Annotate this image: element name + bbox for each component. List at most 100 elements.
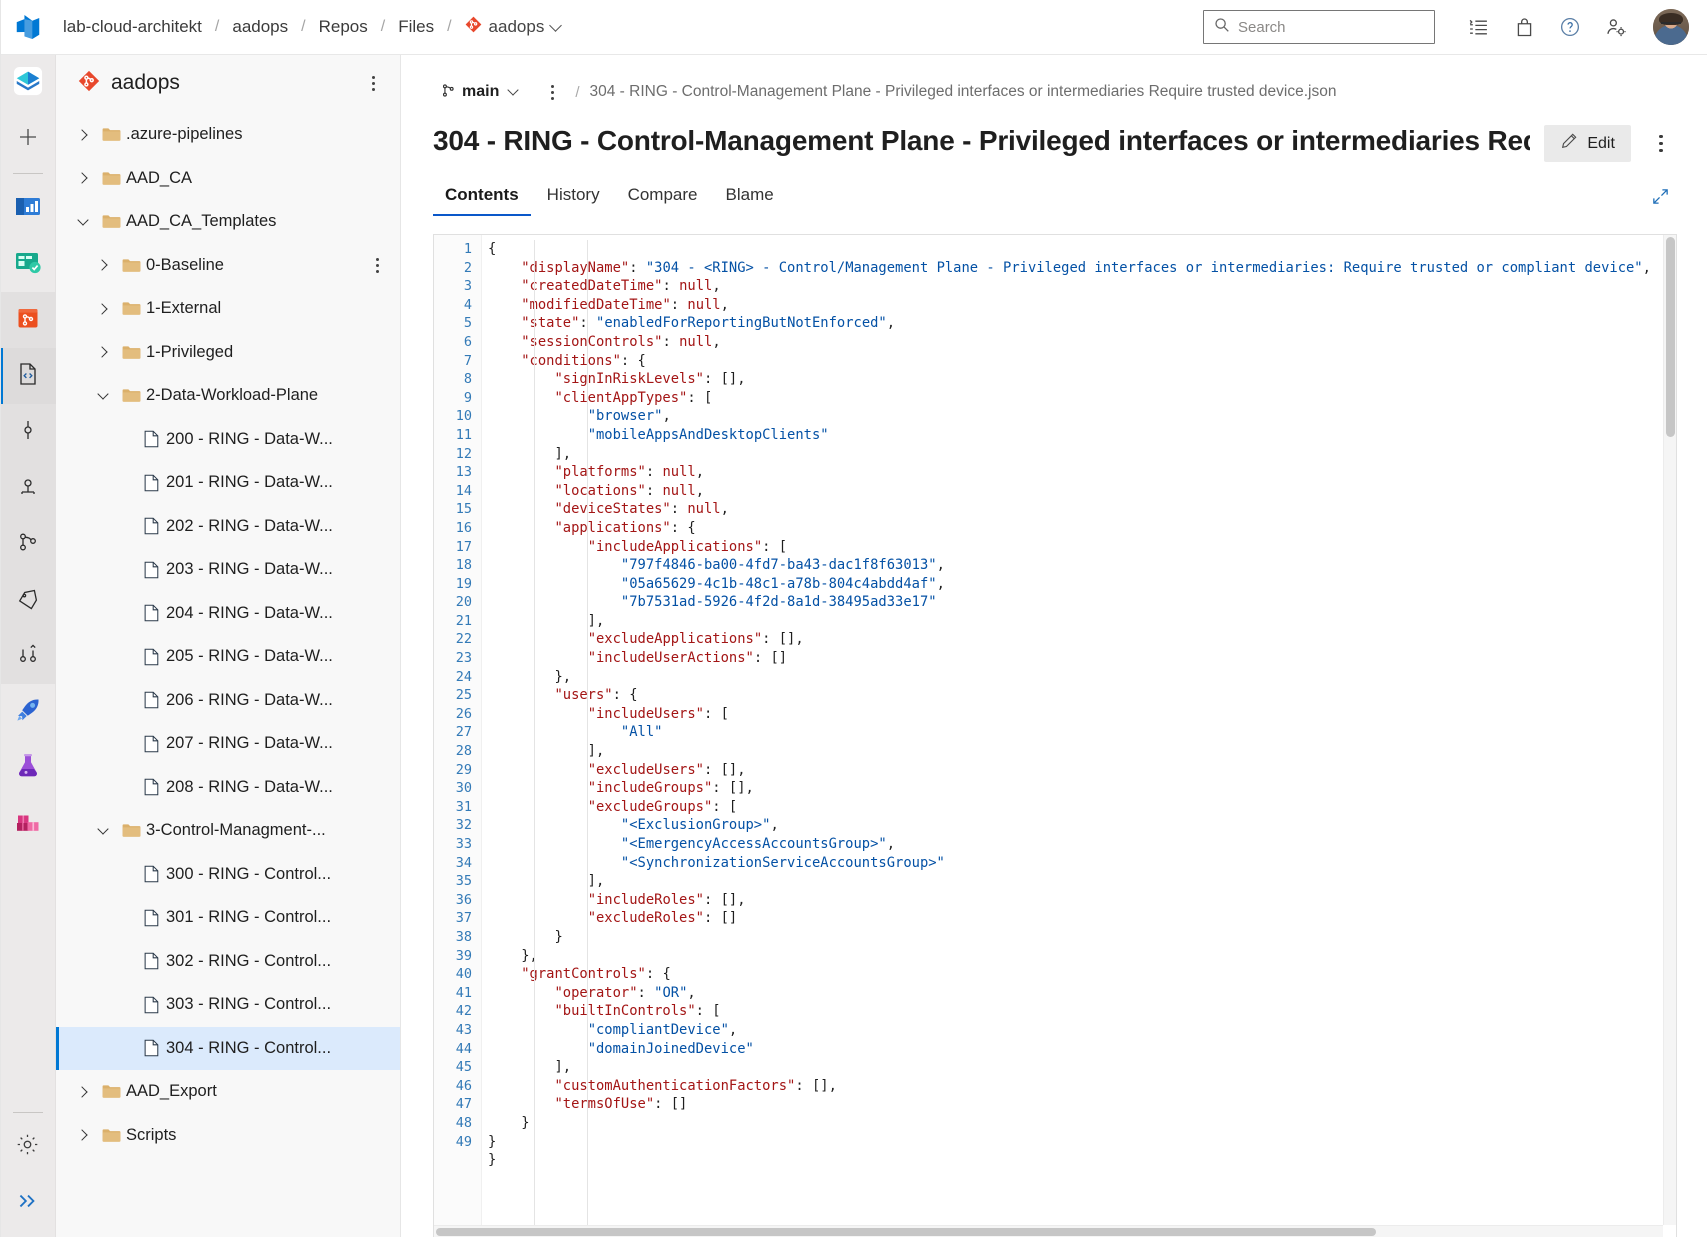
tab-compare[interactable]: Compare [616, 176, 710, 216]
azure-devops-logo-icon[interactable] [0, 12, 56, 42]
tree-file-row[interactable]: 206 - RING - Data-W... [56, 679, 400, 723]
chevron-right-icon[interactable] [70, 172, 96, 184]
tree-folder-row[interactable]: 2-Data-Workload-Plane [56, 374, 400, 418]
file-more-options-button[interactable] [1645, 125, 1677, 162]
line-number: 27 [455, 724, 472, 741]
tree-file-row[interactable]: 208 - RING - Data-W... [56, 766, 400, 810]
tree-folder-row[interactable]: 3-Control-Managment-... [56, 809, 400, 853]
tree-file-row[interactable]: 203 - RING - Data-W... [56, 548, 400, 592]
branch-and-path-row: main / 304 - RING - Control-Management P… [433, 77, 1677, 107]
rail-item-tags[interactable] [0, 572, 56, 628]
rail-item-branches[interactable] [0, 516, 56, 572]
file-path-breadcrumb[interactable]: 304 - RING - Control-Management Plane - … [590, 83, 1337, 101]
search-input[interactable] [1238, 18, 1424, 36]
horizontal-scrollbar-thumb[interactable] [436, 1228, 1376, 1236]
breadcrumb-org[interactable]: lab-cloud-architekt [56, 13, 209, 41]
tab-history[interactable]: History [535, 176, 612, 216]
backlog-list-icon[interactable] [1457, 6, 1499, 48]
tree-folder-row[interactable]: AAD_CA_Templates [56, 200, 400, 244]
tree-folder-row[interactable]: AAD_CA [56, 157, 400, 201]
tree-file-row[interactable]: 204 - RING - Data-W... [56, 592, 400, 636]
tree-file-row[interactable]: 304 - RING - Control... [56, 1026, 400, 1070]
tree-file-row[interactable]: 202 - RING - Data-W... [56, 505, 400, 549]
chevron-right-icon[interactable] [70, 129, 96, 141]
tree-item-label: 2-Data-Workload-Plane [146, 386, 319, 405]
file-icon [136, 430, 166, 448]
chevron-down-icon[interactable] [90, 823, 116, 836]
rail-divider-bottom [12, 1112, 43, 1113]
code-lines[interactable]: { "displayName": "304 - <RING> - Control… [482, 235, 1676, 1237]
vertical-scrollbar-thumb[interactable] [1666, 237, 1675, 437]
tree-file-row[interactable]: 201 - RING - Data-W... [56, 461, 400, 505]
user-avatar[interactable] [1653, 9, 1689, 45]
rail-item-artifacts[interactable] [0, 796, 56, 852]
rail-item-overview[interactable] [0, 180, 56, 236]
rail-item-pull-requests[interactable] [0, 628, 56, 684]
tree-file-row[interactable]: 205 - RING - Data-W... [56, 635, 400, 679]
chevron-right-icon[interactable] [90, 259, 116, 271]
branch-selector[interactable]: main [433, 78, 525, 107]
tree-folder-row[interactable]: 0-Baseline [56, 244, 400, 288]
line-number: 19 [455, 575, 472, 592]
chevron-down-icon[interactable] [70, 214, 96, 227]
tree-file-row[interactable]: 302 - RING - Control... [56, 940, 400, 984]
rail-item-create-new[interactable] [0, 111, 56, 167]
tree-folder-row[interactable]: 1-Privileged [56, 331, 400, 375]
tree-folder-row[interactable]: 1-External [56, 287, 400, 331]
tree-item-more-options-button[interactable] [364, 250, 390, 280]
chevron-right-icon[interactable] [70, 1129, 96, 1141]
tree-folder-row[interactable]: .azure-pipelines [56, 113, 400, 157]
rail-item-pipelines[interactable] [0, 684, 56, 740]
tree-folder-row[interactable]: AAD_Export [56, 1070, 400, 1114]
rail-item-files[interactable] [0, 348, 56, 404]
line-number: 44 [455, 1040, 472, 1057]
rail-item-boards[interactable] [0, 236, 56, 292]
line-number: 24 [455, 668, 472, 685]
tree-file-row[interactable]: 300 - RING - Control... [56, 853, 400, 897]
panel-divider [0, 0, 1, 1237]
edit-button[interactable]: Edit [1544, 125, 1631, 162]
tree-folder-row[interactable]: Scripts [56, 1114, 400, 1158]
rail-item-project-settings[interactable] [0, 1119, 56, 1175]
line-number: 26 [455, 705, 472, 722]
rail-item-project-logo[interactable] [0, 55, 56, 111]
chevron-down-icon[interactable] [90, 388, 116, 401]
branch-more-options-button[interactable] [539, 77, 565, 107]
rail-item-repos[interactable] [0, 292, 56, 348]
tab-contents[interactable]: Contents [433, 176, 531, 216]
tab-blame[interactable]: Blame [714, 176, 786, 216]
chevron-right-icon[interactable] [90, 303, 116, 315]
file-icon [136, 996, 166, 1014]
repo-header: aadops [56, 55, 400, 111]
fullscreen-expand-icon[interactable] [1643, 179, 1677, 213]
repo-selector[interactable]: aadops [458, 12, 568, 42]
line-number: 11 [455, 426, 472, 443]
tree-file-row[interactable]: 301 - RING - Control... [56, 896, 400, 940]
line-number: 35 [455, 873, 472, 890]
breadcrumb-repos[interactable]: Repos [312, 13, 375, 41]
rail-item-expand[interactable] [0, 1175, 56, 1231]
vertical-scrollbar[interactable] [1663, 235, 1676, 1225]
help-question-icon[interactable] [1549, 6, 1591, 48]
breadcrumb-files[interactable]: Files [391, 13, 441, 41]
breadcrumb-project[interactable]: aadops [225, 13, 295, 41]
rail-item-pushes[interactable] [0, 460, 56, 516]
search-box[interactable] [1203, 10, 1435, 44]
marketplace-bag-icon[interactable] [1503, 6, 1545, 48]
tree-file-row[interactable]: 200 - RING - Data-W... [56, 418, 400, 462]
rail-item-test-plans[interactable] [0, 740, 56, 796]
file-icon [136, 735, 166, 753]
breadcrumb: lab-cloud-architekt / aadops / Repos / F… [56, 12, 567, 42]
user-settings-icon[interactable] [1595, 6, 1637, 48]
file-icon [136, 952, 166, 970]
breadcrumb-separator: / [301, 18, 306, 35]
rail-item-commits[interactable] [0, 404, 56, 460]
horizontal-scrollbar[interactable] [434, 1225, 1663, 1237]
chevron-right-icon[interactable] [70, 1086, 96, 1098]
tree-file-row[interactable]: 207 - RING - Data-W... [56, 722, 400, 766]
repo-more-options-button[interactable] [360, 68, 386, 98]
app-body: aadops .azure-pipelines AAD_CA AAD_CA_Temp… [0, 0, 1707, 1237]
folder-icon [116, 301, 146, 316]
chevron-right-icon[interactable] [90, 346, 116, 358]
tree-file-row[interactable]: 303 - RING - Control... [56, 983, 400, 1027]
